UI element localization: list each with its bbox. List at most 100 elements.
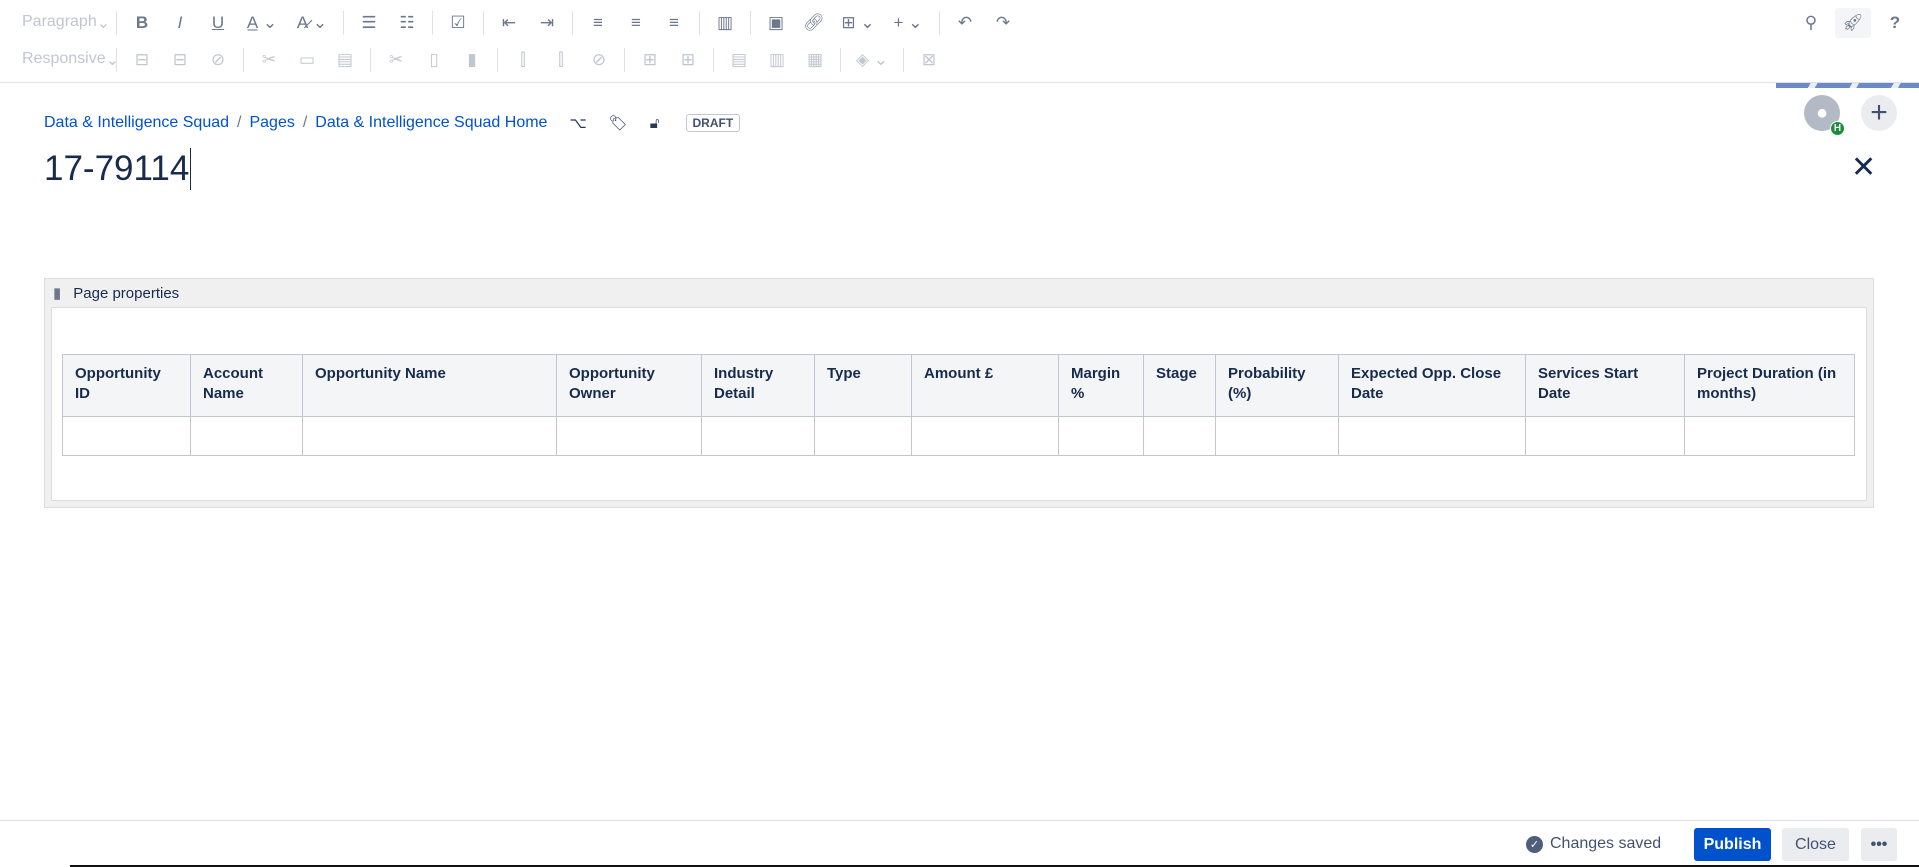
avatar[interactable]: ● H xyxy=(1804,95,1845,136)
table-cell[interactable] xyxy=(701,416,815,456)
column-header[interactable]: Services Start Date xyxy=(1525,354,1685,417)
text-color-icon[interactable]: A̲ ⌄ xyxy=(237,13,287,33)
check-circle-icon: ✓ xyxy=(1526,835,1543,853)
indent-icon[interactable]: ⇥ xyxy=(528,13,566,33)
label-icon[interactable]: 🏷︎ xyxy=(609,114,628,132)
invite-button[interactable]: + xyxy=(1861,95,1897,131)
avatar-badge: H xyxy=(1830,121,1845,136)
text-style-icon[interactable]: A̷ ⌄ xyxy=(287,13,337,33)
decorative-stripe xyxy=(1776,83,1919,88)
table-cell[interactable] xyxy=(556,416,702,456)
insert-column-before-icon[interactable]: ⫿ xyxy=(504,50,542,70)
table-cell[interactable] xyxy=(911,416,1059,456)
breadcrumb-pages[interactable]: Pages xyxy=(249,114,294,132)
align-left-icon[interactable]: ≡ xyxy=(579,13,617,33)
help-icon[interactable]: ? xyxy=(1877,8,1913,38)
table-cell[interactable] xyxy=(1684,416,1855,456)
column-header[interactable]: Opportunity ID xyxy=(62,354,191,417)
unlock-icon[interactable]: 🔓︎ xyxy=(650,115,660,132)
link-icon[interactable]: 🔗︎ xyxy=(795,13,833,33)
column-header[interactable]: Industry Detail xyxy=(701,354,815,417)
image-icon[interactable]: ▣ xyxy=(757,13,795,33)
table-cell[interactable] xyxy=(814,416,912,456)
column-header[interactable]: Amount £ xyxy=(911,354,1059,417)
status-badge: DRAFT xyxy=(685,114,741,132)
macro-icon: ▮ xyxy=(53,285,62,302)
table-cell[interactable] xyxy=(1215,416,1339,456)
rocket-icon[interactable]: 🚀︎ xyxy=(1835,8,1871,38)
cut-row-icon[interactable]: ✂ xyxy=(250,50,288,70)
column-header[interactable]: Margin % xyxy=(1058,354,1144,417)
insert-column-after-icon[interactable]: ⫿ xyxy=(542,50,580,70)
cell-color-icon[interactable]: ◈ ⌄ xyxy=(847,50,897,70)
toolbar-table: Responsive ⌄ ⊟ ⊟ ⊘ ✂ ▭ ▤ ✂ ▯ ▮ ⫿ ⫿ ⊘ ⊞ ⊞ … xyxy=(0,45,948,75)
page-title: 17-79114 xyxy=(44,149,190,188)
numbered-column-icon[interactable]: ▦ xyxy=(796,50,834,70)
copy-row-icon[interactable]: ▭ xyxy=(288,50,326,70)
delete-column-icon[interactable]: ⊘ xyxy=(580,50,618,70)
table-cell[interactable] xyxy=(1338,416,1526,456)
table-header-row: Opportunity ID Account Name Opportunity … xyxy=(62,354,1855,417)
column-header[interactable]: Project Duration (in months) xyxy=(1684,354,1855,417)
table-cell[interactable] xyxy=(302,416,557,456)
numbered-list-icon[interactable]: ☷ xyxy=(388,13,426,33)
toolbar-primary: Paragraph ⌄ B I U A̲ ⌄ A̷ ⌄ ☰ ☷ ☑ ⇤ ⇥ ≡ ≡… xyxy=(0,8,1022,38)
insert-row-above-icon[interactable]: ⊟ xyxy=(123,50,161,70)
table-cell[interactable] xyxy=(1143,416,1216,456)
publish-button[interactable]: Publish xyxy=(1694,828,1771,861)
table-cell[interactable] xyxy=(1525,416,1685,456)
column-header[interactable]: Probability (%) xyxy=(1215,354,1339,417)
table-row xyxy=(62,416,1855,456)
column-header[interactable]: Account Name xyxy=(190,354,303,417)
delete-row-icon[interactable]: ⊘ xyxy=(199,50,237,70)
breadcrumb-space[interactable]: Data & Intelligence Squad xyxy=(44,114,229,132)
header-column-icon[interactable]: ▥ xyxy=(758,50,796,70)
more-options-button[interactable]: ••• xyxy=(1861,828,1897,861)
breadcrumb-home[interactable]: Data & Intelligence Squad Home xyxy=(315,114,547,132)
search-icon[interactable]: ⚲ xyxy=(1793,8,1829,38)
macro-title: Page properties xyxy=(73,284,180,302)
column-header[interactable]: Expected Opp. Close Date xyxy=(1338,354,1526,417)
redo-icon[interactable]: ↷ xyxy=(984,13,1022,33)
column-header[interactable]: Type xyxy=(814,354,912,417)
copy-column-icon[interactable]: ▯ xyxy=(415,50,453,70)
paste-column-icon[interactable]: ▮ xyxy=(453,50,491,70)
layout-icon[interactable]: ▥ xyxy=(706,13,744,33)
table-icon[interactable]: ⊞ ⌄ xyxy=(833,13,883,33)
table-cell[interactable] xyxy=(62,416,191,456)
split-cell-icon[interactable]: ⊞ xyxy=(669,50,707,70)
table-width-select[interactable]: Responsive ⌄ xyxy=(0,50,119,70)
breadcrumb: Data & Intelligence Squad / Pages / Data &… xyxy=(44,114,741,132)
merge-cells-icon[interactable]: ⊞ xyxy=(631,50,669,70)
italic-icon[interactable]: I xyxy=(161,13,199,33)
page-title-input[interactable]: 17-79114 xyxy=(44,148,192,190)
outdent-icon[interactable]: ⇤ xyxy=(490,13,528,33)
header-row-icon[interactable]: ▤ xyxy=(720,50,758,70)
align-center-icon[interactable]: ≡ xyxy=(617,13,655,33)
table-cell[interactable] xyxy=(1058,416,1144,456)
page-tree-icon[interactable]: ⌥ xyxy=(569,114,586,132)
paragraph-style-select[interactable]: Paragraph ⌄ xyxy=(0,13,110,33)
bullet-list-icon[interactable]: ☰ xyxy=(350,13,388,33)
table-cell[interactable] xyxy=(190,416,303,456)
insert-icon[interactable]: + ⌄ xyxy=(883,13,933,33)
divider xyxy=(0,82,1919,83)
column-header[interactable]: Stage xyxy=(1143,354,1216,417)
task-list-icon[interactable]: ☑ xyxy=(439,13,477,33)
paste-row-icon[interactable]: ▤ xyxy=(326,50,364,70)
delete-table-icon[interactable]: ⊠ xyxy=(910,50,948,70)
align-right-icon[interactable]: ≡ xyxy=(655,13,693,33)
close-icon[interactable]: ✕ xyxy=(1851,150,1876,185)
cut-column-icon[interactable]: ✂ xyxy=(377,50,415,70)
chevron-down-icon: ⌄ xyxy=(96,15,111,32)
text-cursor xyxy=(190,148,192,190)
editor-footer: ✓ Changes saved Publish Close ••• xyxy=(0,820,1919,867)
underline-icon[interactable]: U xyxy=(199,13,237,33)
properties-table[interactable]: Opportunity ID Account Name Opportunity … xyxy=(62,354,1855,456)
column-header[interactable]: Opportunity Owner xyxy=(556,354,702,417)
undo-icon[interactable]: ↶ xyxy=(946,13,984,33)
column-header[interactable]: Opportunity Name xyxy=(302,354,557,417)
bold-icon[interactable]: B xyxy=(123,13,161,33)
close-button[interactable]: Close xyxy=(1782,828,1849,861)
insert-row-below-icon[interactable]: ⊟ xyxy=(161,50,199,70)
